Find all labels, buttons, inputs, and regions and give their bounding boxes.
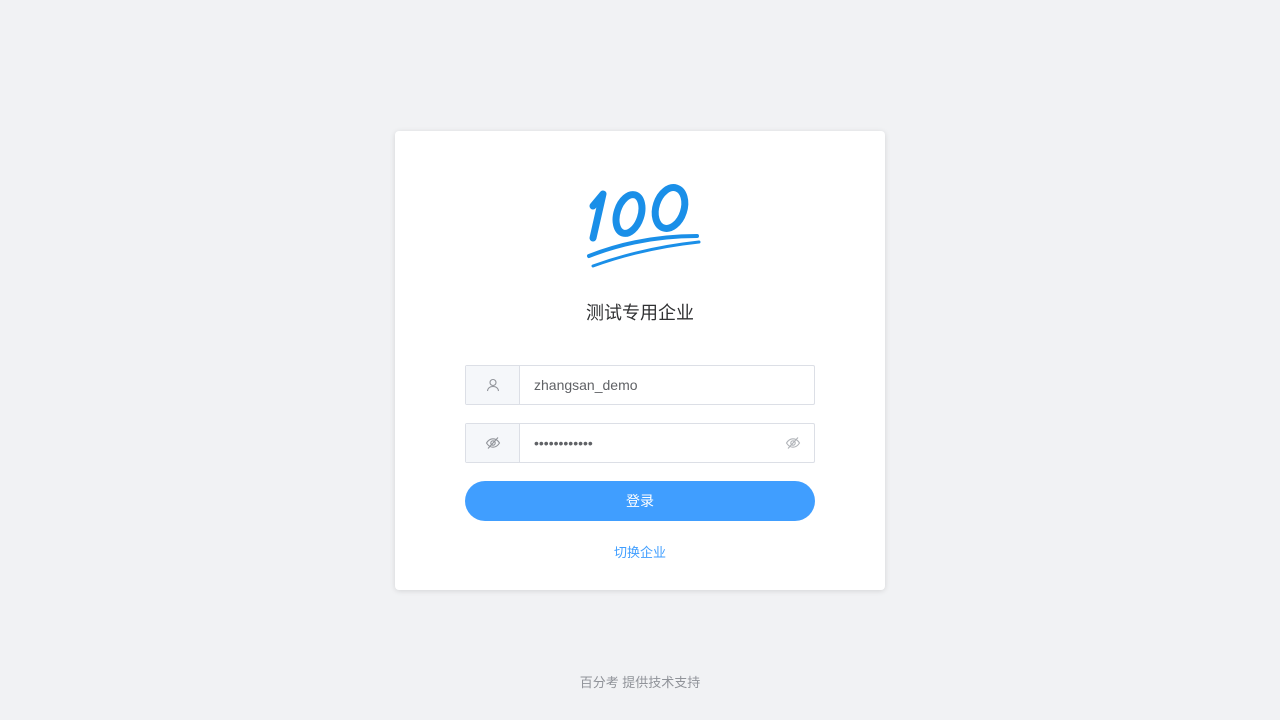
password-visibility-toggle[interactable] [778, 424, 808, 462]
username-input[interactable] [520, 367, 814, 403]
switch-company-link[interactable]: 切换企业 [395, 542, 885, 561]
login-card: 测试专用企业 登录 切换企业 [395, 131, 885, 590]
eye-slash-icon[interactable] [785, 436, 801, 450]
footer-support-text: 百分考 提供技术支持 [579, 675, 701, 690]
login-button[interactable]: 登录 [465, 481, 815, 521]
password-field[interactable] [465, 423, 815, 463]
eye-slash-icon [466, 424, 520, 462]
username-field[interactable] [465, 365, 815, 405]
hundred-points-icon [587, 184, 701, 268]
user-icon [466, 366, 520, 404]
company-name: 测试专用企业 [586, 303, 694, 323]
password-input[interactable] [520, 425, 778, 461]
